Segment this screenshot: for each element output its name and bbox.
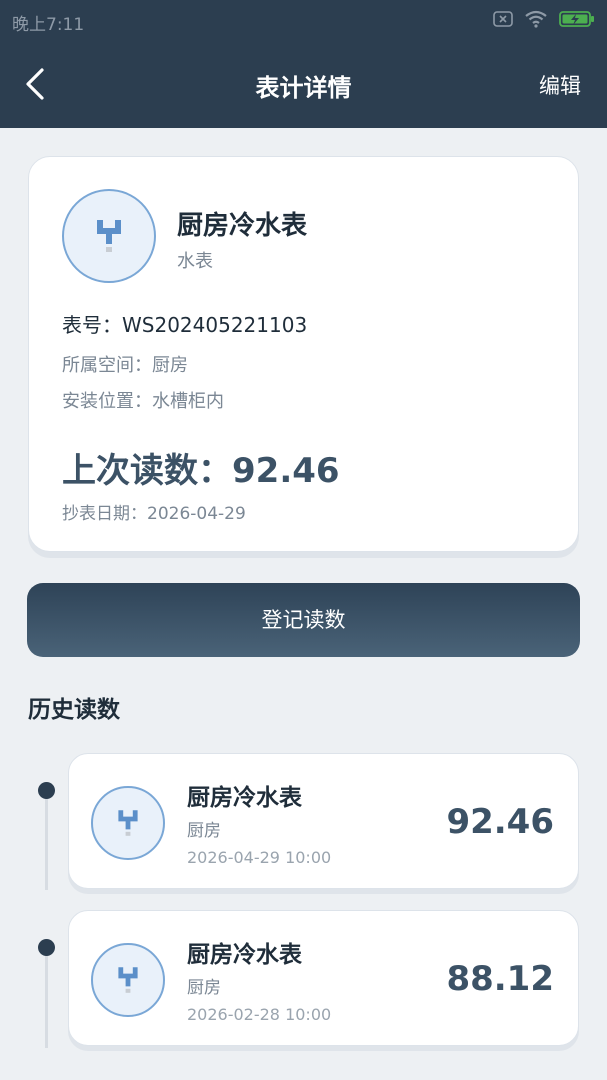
meter-location: 安装位置：水槽柜内: [62, 391, 224, 412]
history-meter-name: 厨房冷水表: [187, 942, 302, 968]
page-title: 表计详情: [255, 74, 352, 102]
history-reading-value: 88.12: [446, 959, 554, 999]
meter-number: 表号：WS202405221103: [62, 313, 308, 337]
water-tap-icon: [91, 943, 165, 1017]
history-time: 2026-04-29 10:00: [187, 848, 332, 867]
status-time: 晚上7:11: [12, 15, 85, 35]
history-space: 厨房: [187, 978, 221, 998]
meter-name: 厨房冷水表: [177, 211, 308, 241]
timeline-line: [45, 790, 48, 890]
edit-button[interactable]: 编辑: [539, 70, 581, 100]
meter-type: 水表: [177, 251, 213, 272]
timeline-dot: [38, 939, 55, 956]
history-item[interactable]: 厨房冷水表 厨房 2026-04-29 10:00 92.46: [68, 753, 579, 889]
read-date: 抄表日期：2026-04-29: [62, 504, 246, 524]
timeline-line: [45, 948, 48, 1048]
meter-detail-card: 厨房冷水表 水表 表号：WS202405221103 所属空间：厨房 安装位置：…: [28, 156, 579, 552]
history-reading-value: 92.46: [446, 802, 554, 842]
history-title: 历史读数: [28, 697, 120, 723]
timeline-dot: [38, 782, 55, 799]
water-tap-icon: [62, 189, 156, 283]
status-icons: [493, 10, 595, 28]
history-time: 2026-02-28 10:00: [187, 1005, 332, 1024]
wifi-icon: [525, 10, 547, 28]
last-reading: 上次读数：92.46: [62, 451, 340, 491]
nav-bar: 表计详情 编辑: [0, 42, 607, 128]
history-item[interactable]: 厨房冷水表 厨房 2026-02-28 10:00 88.12: [68, 910, 579, 1046]
meter-space: 所属空间：厨房: [62, 355, 188, 376]
history-space: 厨房: [187, 821, 221, 841]
sim-off-icon: [493, 11, 513, 27]
battery-charging-icon: [559, 10, 595, 28]
status-bar: 晚上7:11: [0, 0, 607, 42]
water-tap-icon: [91, 786, 165, 860]
register-reading-button[interactable]: 登记读数: [27, 583, 580, 657]
history-meter-name: 厨房冷水表: [187, 785, 302, 811]
